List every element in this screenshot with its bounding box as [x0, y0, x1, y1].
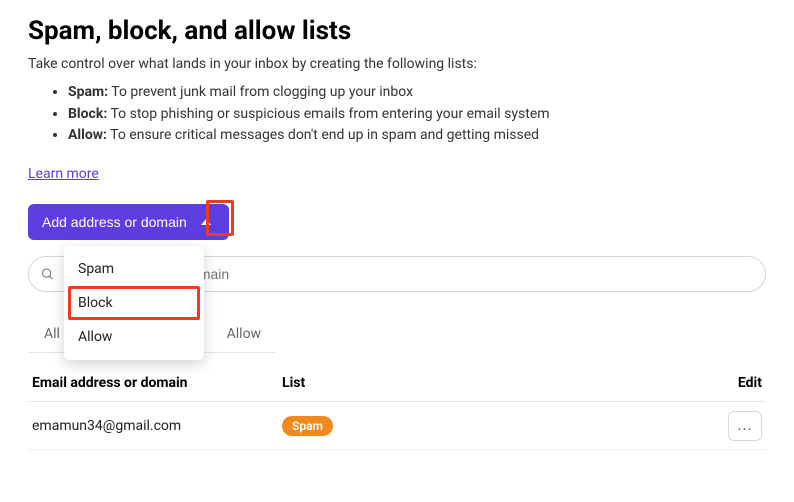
col-list: List	[282, 375, 702, 391]
cell-list: Spam	[282, 415, 702, 436]
add-address-label: Add address or domain	[42, 214, 187, 230]
tab-allow[interactable]: Allow	[211, 320, 277, 352]
status-badge: Spam	[282, 416, 333, 436]
cell-email: emamun34@gmail.com	[32, 418, 282, 434]
edit-button[interactable]: ...	[728, 411, 762, 441]
list-item: Block: To stop phishing or suspicious em…	[68, 104, 766, 126]
list-item: Spam: To prevent junk mail from clogging…	[68, 82, 766, 104]
dropdown-item-block[interactable]: Block	[64, 286, 204, 320]
dropdown-item-allow[interactable]: Allow	[64, 320, 204, 354]
list-term: Block:	[68, 106, 107, 122]
col-email: Email address or domain	[32, 375, 282, 391]
page-title: Spam, block, and allow lists	[28, 16, 766, 46]
list-text: To ensure critical messages don't end up…	[107, 127, 539, 143]
dropdown-item-label: Spam	[78, 261, 114, 277]
table-row: emamun34@gmail.com Spam ...	[28, 402, 766, 450]
add-address-button[interactable]: Add address or domain	[28, 204, 229, 240]
description-list: Spam: To prevent junk mail from clogging…	[28, 82, 766, 147]
list-text: To prevent junk mail from clogging up yo…	[108, 84, 413, 100]
page-subhead: Take control over what lands in your inb…	[28, 56, 766, 72]
list-term: Spam:	[68, 84, 108, 100]
list-item: Allow: To ensure critical messages don't…	[68, 125, 766, 147]
table-header: Email address or domain List Edit	[28, 375, 766, 402]
cell-edit: ...	[702, 411, 762, 441]
dropdown-item-spam[interactable]: Spam	[64, 252, 204, 286]
list-text: To stop phishing or suspicious emails fr…	[107, 106, 549, 122]
caret-up-icon[interactable]	[197, 213, 215, 231]
dropdown-item-label: Allow	[78, 329, 112, 345]
dropdown-item-label: Block	[78, 295, 113, 311]
add-dropdown: Spam Block Allow	[64, 246, 204, 360]
col-edit: Edit	[702, 375, 762, 391]
list-term: Allow:	[68, 127, 107, 143]
search-icon	[40, 267, 55, 282]
learn-more-link[interactable]: Learn more	[28, 166, 99, 182]
